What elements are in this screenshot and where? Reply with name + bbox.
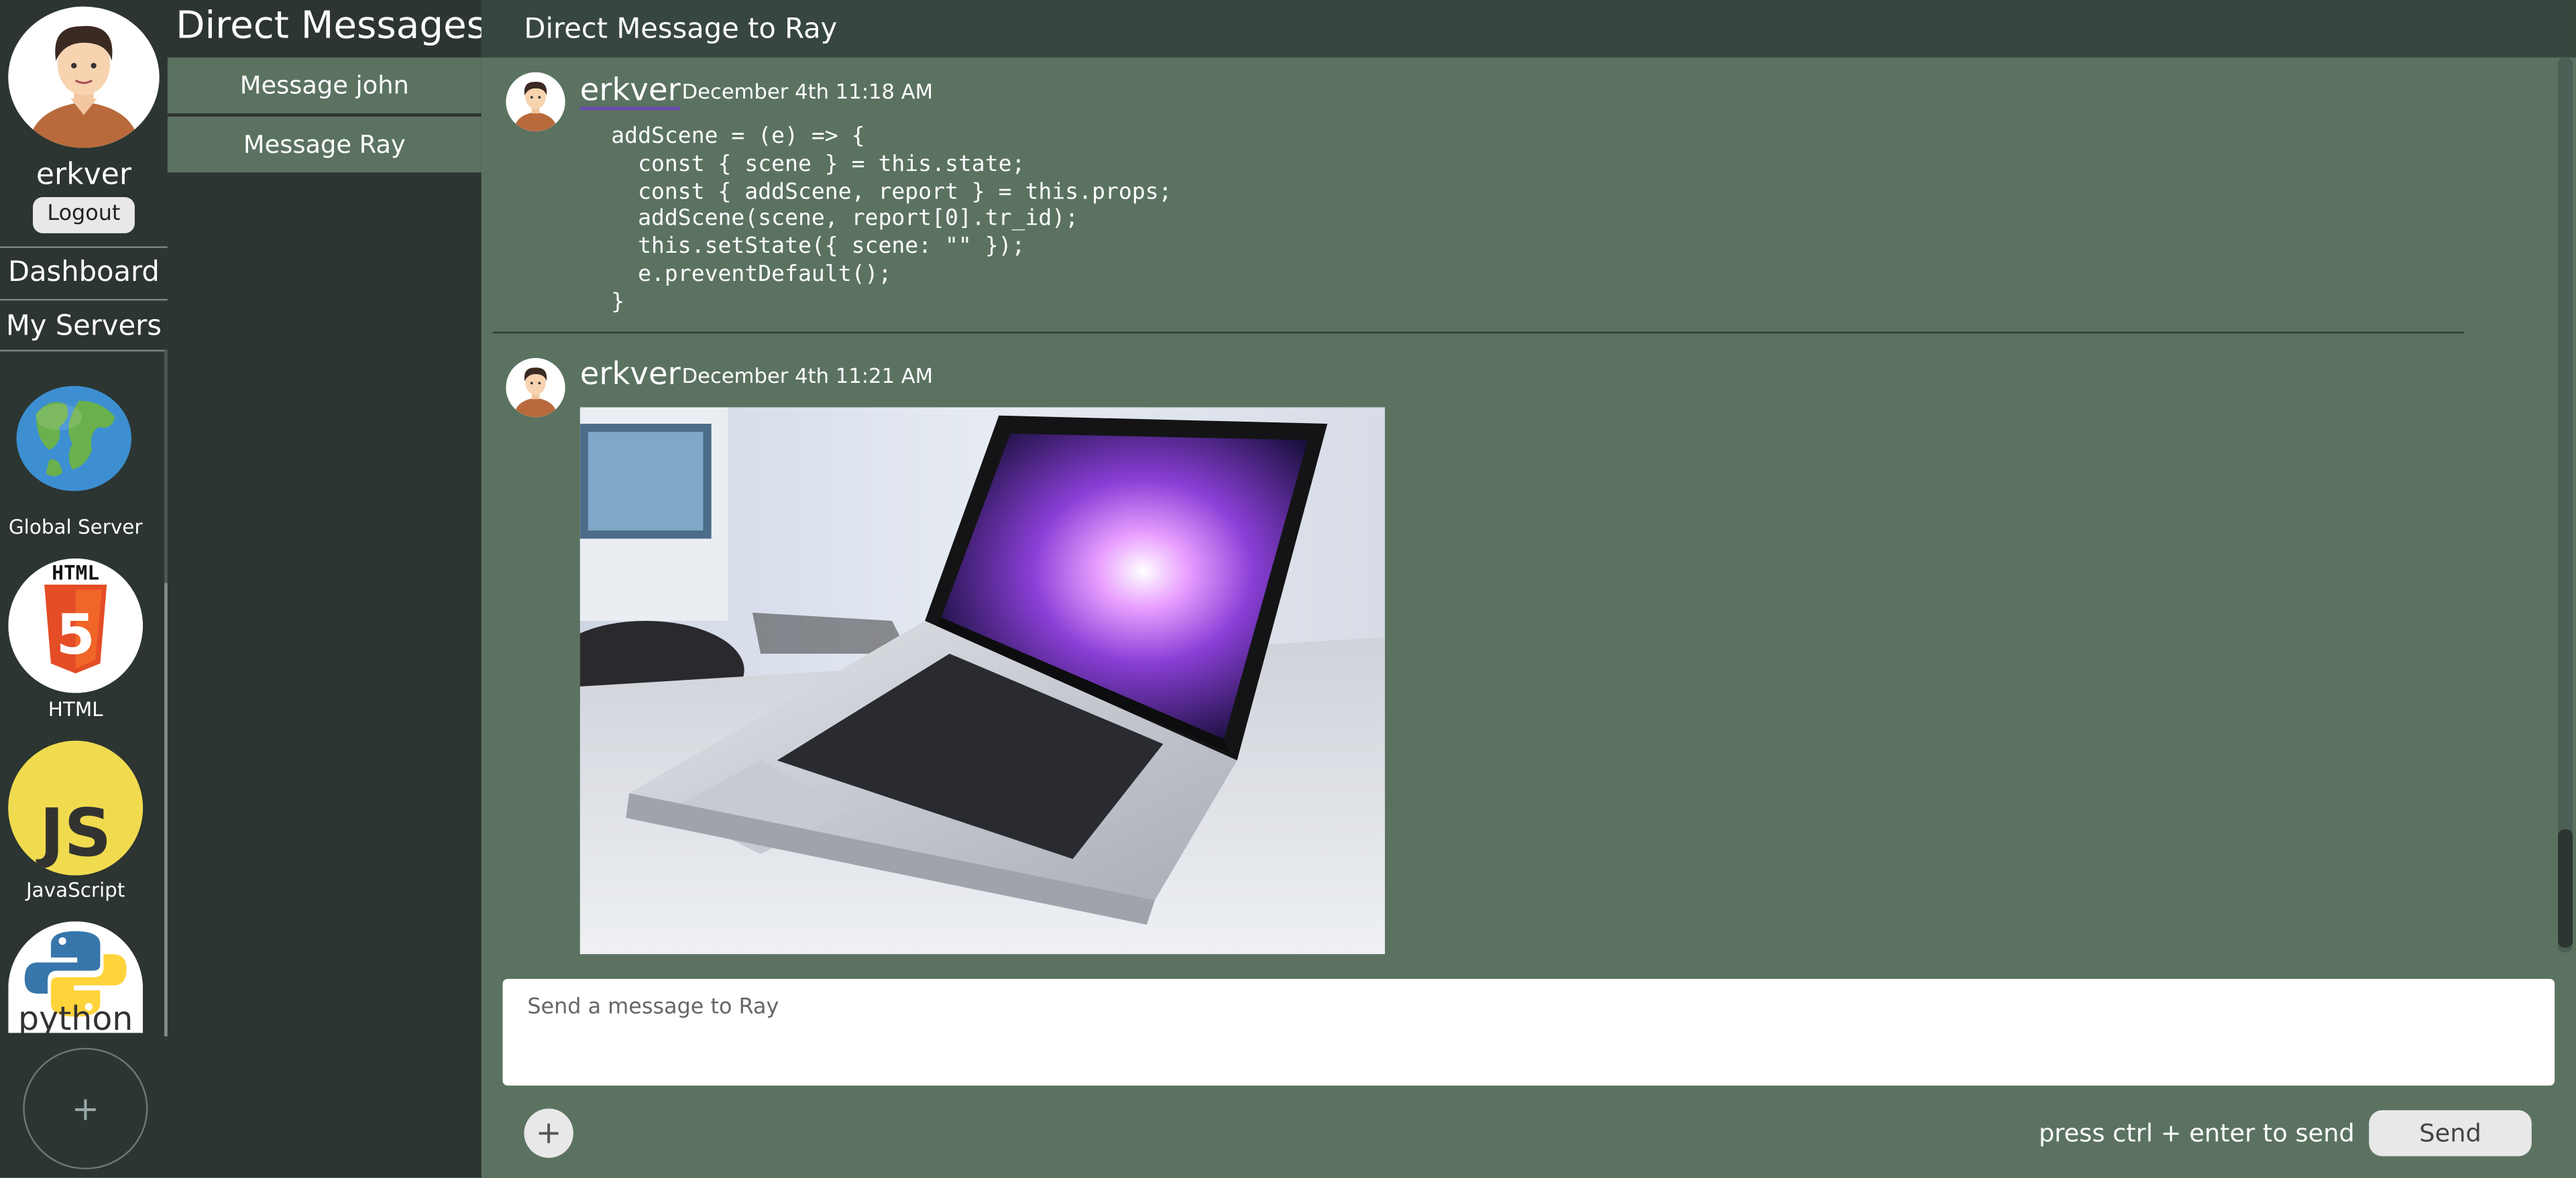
message-timestamp: December 4th 11:18 AM: [681, 78, 934, 104]
app: erkver Logout Dashboard My Servers Globa…: [0, 0, 2576, 1178]
server-rail: erkver Logout Dashboard My Servers Globa…: [0, 0, 168, 1178]
conversation-header: Direct Message to Ray: [481, 0, 2576, 58]
laptop-photo[interactable]: [579, 407, 1386, 955]
html5-icon: HTML 5: [8, 558, 144, 693]
server-label-javascript: JavaScript: [26, 878, 125, 902]
divider: [0, 246, 168, 248]
svg-text:JS: JS: [36, 795, 111, 872]
dashboard-link[interactable]: Dashboard: [0, 256, 168, 289]
server-label-html: HTML: [48, 698, 103, 721]
svg-text:5: 5: [56, 602, 95, 667]
dm-item-john[interactable]: Message john: [167, 57, 482, 114]
message-timestamp: December 4th 11:21 AM: [681, 363, 934, 388]
send-hint: press ctrl + enter to send: [2038, 1118, 2355, 1148]
svg-text:python: python: [18, 1000, 133, 1033]
dm-title: Direct Messages: [176, 5, 487, 48]
server-python[interactable]: python: [8, 921, 144, 1033]
message-author[interactable]: erkver: [580, 358, 681, 391]
send-button[interactable]: Send: [2369, 1110, 2532, 1157]
message-code-block: addScene = (e) => { const { scene } = th…: [611, 123, 1172, 315]
person-icon: [11, 6, 156, 148]
add-server-button[interactable]: +: [23, 1047, 148, 1170]
person-icon: [506, 72, 565, 131]
messages-scrollbar-thumb[interactable]: [2558, 829, 2573, 948]
user-avatar[interactable]: [8, 6, 160, 148]
message-input[interactable]: [502, 978, 2555, 1086]
my-servers-link[interactable]: My Servers: [0, 310, 168, 343]
attach-button[interactable]: +: [524, 1108, 573, 1158]
python-icon: python: [8, 921, 144, 1033]
divider: [0, 298, 168, 301]
username: erkver: [36, 158, 132, 192]
javascript-icon: JS: [8, 740, 144, 876]
messages-scrollbar[interactable]: [2558, 57, 2573, 953]
globe-icon: [16, 386, 131, 491]
dm-item-ray[interactable]: Message Ray: [167, 116, 482, 173]
conversation-title: Direct Message to Ray: [524, 13, 838, 46]
server-label-global: Global Server: [8, 516, 143, 539]
message-avatar[interactable]: [506, 358, 565, 418]
server-global[interactable]: [13, 384, 135, 493]
svg-text:HTML: HTML: [52, 562, 99, 585]
server-javascript[interactable]: JS: [8, 740, 144, 876]
message-divider: [492, 331, 2465, 334]
laptop-image: [579, 407, 1386, 955]
message-avatar[interactable]: [506, 72, 565, 131]
dm-column: Direct Messages Message john Message Ray: [167, 0, 486, 1178]
divider: [0, 349, 168, 352]
message-author[interactable]: erkver: [579, 74, 681, 111]
logout-button[interactable]: Logout: [32, 196, 135, 233]
person-icon: [506, 358, 565, 418]
server-html[interactable]: HTML 5: [8, 558, 144, 693]
